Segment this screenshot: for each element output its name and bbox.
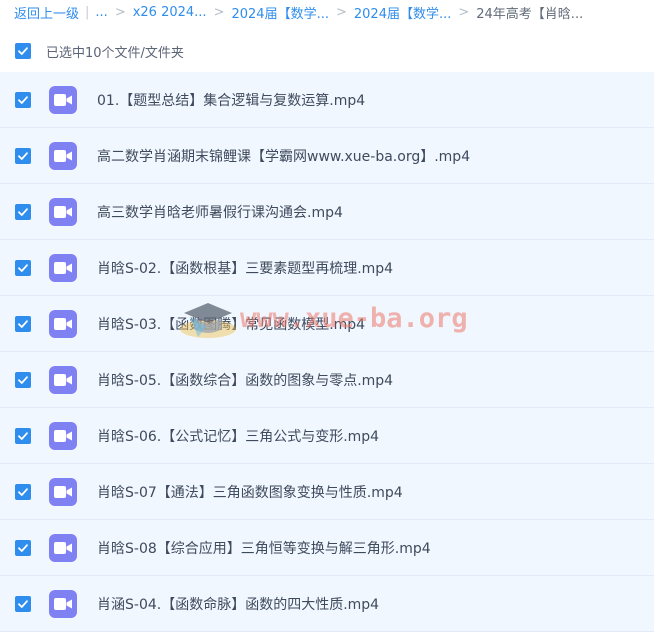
file-name[interactable]: 肖晗S-05.【函数综合】函数的图象与零点.mp4 [97,370,393,390]
select-all-row: 已选中10个文件/文件夹 [0,36,654,66]
file-name[interactable]: 高三数学肖晗老师暑假行课沟通会.mp4 [97,202,343,222]
file-list: 01.【题型总结】集合逻辑与复数运算.mp4 高二数学肖涵期末锦鲤课【学霸网ww… [0,72,654,632]
video-file-icon [49,533,77,562]
file-checkbox[interactable] [15,539,31,556]
file-checkbox[interactable] [15,91,31,108]
video-file-icon [49,309,77,338]
file-row[interactable]: 高二数学肖涵期末锦鲤课【学霸网www.xue-ba.org】.mp4 [0,128,654,184]
check-icon [18,47,28,55]
chevron-right-icon: > [114,4,126,20]
file-name[interactable]: 肖晗S-08【综合应用】三角恒等变换与解三角形.mp4 [97,538,431,558]
video-file-icon [49,477,77,506]
chevron-right-icon: > [458,4,470,20]
check-icon [18,599,28,608]
check-icon [18,543,28,552]
file-name[interactable]: 肖晗S-07【通法】三角函数图象变换与性质.mp4 [97,482,403,502]
file-checkbox[interactable] [15,595,31,612]
back-link[interactable]: 返回上一级 [14,3,79,22]
check-icon [18,95,28,104]
file-row[interactable]: 肖晗S-02.【函数根基】三要素题型再梳理.mp4 [0,240,654,296]
file-row[interactable]: 肖涵S-04.【函数命脉】函数的四大性质.mp4 [0,576,654,632]
file-name[interactable]: 01.【题型总结】集合逻辑与复数运算.mp4 [97,90,365,110]
file-checkbox[interactable] [15,203,31,220]
video-file-icon [49,141,77,170]
file-name[interactable]: 高二数学肖涵期末锦鲤课【学霸网www.xue-ba.org】.mp4 [97,146,470,166]
breadcrumb-ellipsis[interactable]: ... [95,5,107,20]
file-name[interactable]: 肖晗S-02.【函数根基】三要素题型再梳理.mp4 [97,258,393,278]
check-icon [18,487,28,496]
file-name[interactable]: 肖涵S-04.【函数命脉】函数的四大性质.mp4 [97,594,379,614]
check-icon [18,207,28,216]
file-row[interactable]: 肖晗S-07【通法】三角函数图象变换与性质.mp4 [0,464,654,520]
selection-count-label: 已选中10个文件/文件夹 [46,45,184,61]
file-row[interactable]: 肖晗S-08【综合应用】三角恒等变换与解三角形.mp4 [0,520,654,576]
file-row[interactable]: 高三数学肖晗老师暑假行课沟通会.mp4 [0,184,654,240]
file-checkbox[interactable] [15,259,31,276]
check-icon [18,263,28,272]
breadcrumb-item-3[interactable]: 2024届【数学... [354,3,451,22]
breadcrumb: 返回上一级 | ... > x26 2024... > 2024届【数学... … [0,0,654,24]
file-checkbox[interactable] [15,147,31,164]
file-row[interactable]: 01.【题型总结】集合逻辑与复数运算.mp4 [0,72,654,128]
select-all-checkbox[interactable] [15,43,31,59]
video-file-icon [49,85,77,114]
breadcrumb-item-1[interactable]: x26 2024... [133,5,207,20]
breadcrumb-item-2[interactable]: 2024届【数学... [231,3,328,22]
check-icon [18,431,28,440]
breadcrumb-current: 24年高考【肖晗... [476,6,584,22]
file-name[interactable]: 肖晗S-03.【函数图腾】常见函数模型.mp4 [97,314,365,334]
video-file-icon [49,365,77,394]
video-file-icon [49,253,77,282]
file-row[interactable]: 肖晗S-05.【函数综合】函数的图象与零点.mp4 [0,352,654,408]
file-checkbox[interactable] [15,427,31,444]
file-row[interactable]: 肖晗S-03.【函数图腾】常见函数模型.mp4 [0,296,654,352]
video-file-icon [49,589,77,618]
file-checkbox[interactable] [15,371,31,388]
file-name[interactable]: 肖晗S-06.【公式记忆】三角公式与变形.mp4 [97,426,379,446]
check-icon [18,319,28,328]
video-file-icon [49,421,77,450]
file-checkbox[interactable] [15,483,31,500]
video-file-icon [49,197,77,226]
file-checkbox[interactable] [15,315,31,332]
check-icon [18,151,28,160]
chevron-right-icon: > [213,4,225,20]
file-row[interactable]: 肖晗S-06.【公式记忆】三角公式与变形.mp4 [0,408,654,464]
breadcrumb-divider: | [85,4,90,20]
check-icon [18,375,28,384]
chevron-right-icon: > [335,4,347,20]
